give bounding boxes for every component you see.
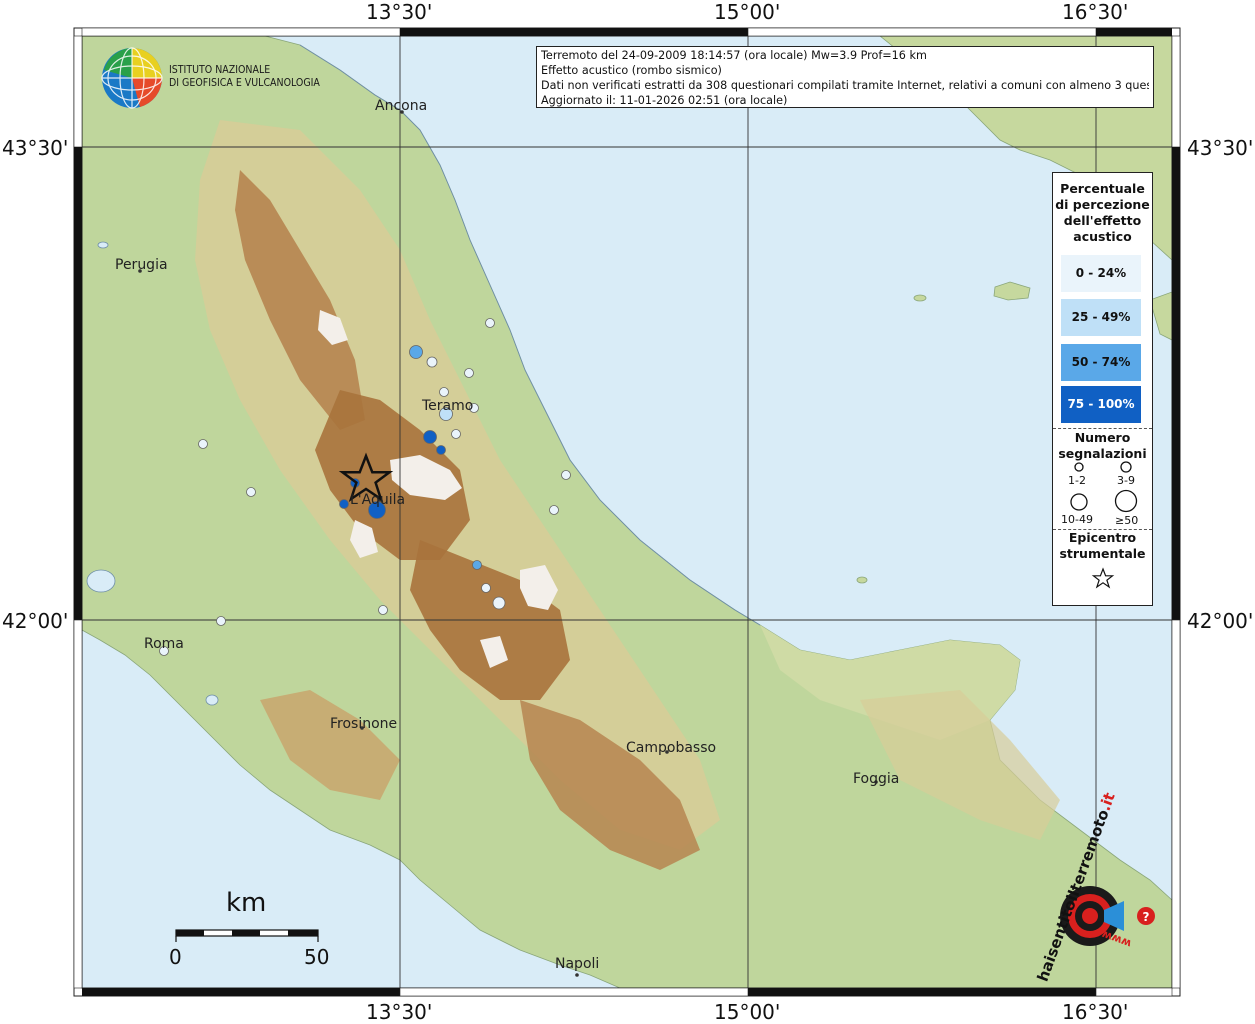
point-12: [246, 487, 256, 497]
point-8: [423, 430, 437, 444]
axis-bottom-label-1: 13°30': [366, 1000, 433, 1024]
axis-right-label-1: 43°30': [1187, 136, 1254, 160]
axis-bottom-label-3: 16°30': [1062, 1000, 1129, 1024]
point-7: [451, 429, 461, 439]
legend-title-line-2: di percezione: [1055, 197, 1150, 212]
legend-panel: Percentuale di percezione dell'effetto a…: [1052, 172, 1153, 606]
scale-start: 0: [169, 945, 182, 969]
city-teramo: Teramo: [422, 398, 474, 414]
legend-count-1-2: 1-2: [1068, 474, 1086, 487]
legend-epicenter-title: Epicentro strumentale: [1053, 530, 1152, 562]
city-perugia: Perugia: [115, 257, 168, 273]
island-4: [913, 294, 927, 302]
legend-class-50-74: 50 - 74%: [1061, 344, 1141, 381]
legend-divider-1: [1053, 428, 1152, 429]
axis-left-label-1: 43°30': [2, 136, 69, 160]
legend-title-line-1: Percentuale: [1060, 181, 1145, 196]
point-20: [216, 616, 226, 626]
point-18: [492, 596, 506, 610]
lake-bolsena: [86, 569, 116, 593]
legend-count-3-9: 3-9: [1117, 474, 1135, 487]
city-laquila: L'Aquila: [350, 492, 406, 508]
legend-star-icon: [1091, 567, 1115, 589]
axis-bottom-label-2: 15°00': [714, 1000, 781, 1024]
legend-count-title: Numero segnalazioni: [1053, 430, 1152, 462]
axis-top-label-2: 15°00': [714, 0, 781, 24]
event-data-note: Dati non verificati estratti da 308 ques…: [541, 79, 1149, 92]
legend-count-10-49: 10-49: [1061, 513, 1093, 526]
city-campobasso: Campobasso: [626, 740, 717, 756]
legend-epicenter-line-1: Epicentro: [1068, 530, 1137, 545]
legend-count-50-plus: ≥50: [1115, 514, 1139, 527]
island-tremiti: [856, 576, 868, 584]
institute-line-2: DI GEOFISICA E VULCANOLOGIA: [169, 77, 320, 89]
axis-top-label-1: 13°30': [366, 0, 433, 24]
institute-line-1: ISTITUTO NAZIONALE: [169, 64, 271, 76]
legend-title-line-4: acustico: [1073, 229, 1132, 244]
scale-end: 50: [304, 945, 330, 969]
point-19: [378, 605, 388, 615]
point-9: [436, 445, 446, 455]
point-4: [464, 368, 474, 378]
point-14: [339, 499, 349, 509]
event-info-box: Terremoto del 24-09-2009 18:14:57 (ora l…: [536, 46, 1154, 108]
event-subtitle: Effetto acustico (rombo sismico): [541, 64, 722, 77]
legend-class-25-49: 25 - 49%: [1061, 299, 1141, 336]
point-17: [481, 583, 491, 593]
point-3: [426, 356, 438, 368]
svg-text:?: ?: [1143, 910, 1150, 924]
city-napoli: Napoli: [555, 956, 600, 972]
legend-title-line-3: dell'effetto: [1063, 213, 1142, 228]
point-10: [198, 439, 208, 449]
point-11: [561, 470, 571, 480]
hst-badge-text: haisentitoilterremoto.it: [1034, 790, 1119, 984]
lake-trasimeno: [97, 241, 109, 249]
scale-unit: km: [226, 888, 267, 918]
point-16: [472, 560, 482, 570]
axis-right-label-2: 42°00': [1187, 609, 1254, 633]
point-15: [549, 505, 559, 515]
event-title: Terremoto del 24-09-2009 18:14:57 (ora l…: [541, 49, 927, 62]
city-roma: Roma: [144, 636, 184, 652]
city-frosinone: Frosinone: [330, 716, 398, 732]
legend-class-0-24: 0 - 24%: [1061, 255, 1141, 292]
point-1: [485, 318, 495, 328]
legend-count-title-line-1: Numero: [1074, 430, 1131, 445]
institute-name: ISTITUTO NAZIONALE DI GEOFISICA E VULCAN…: [169, 64, 320, 90]
axis-left-label-2: 42°00': [2, 609, 69, 633]
ingv-logo-icon: [101, 47, 163, 109]
point-2: [409, 345, 423, 359]
legend-epicenter-line-2: strumentale: [1059, 546, 1146, 561]
axis-top-label-3: 16°30': [1062, 0, 1129, 24]
city-foggia: Foggia: [853, 771, 900, 787]
event-updated: Aggiornato il: 11-01-2026 02:51 (ora loc…: [541, 94, 788, 107]
lake-albano: [205, 694, 219, 706]
point-5: [439, 387, 449, 397]
legend-class-75-100: 75 - 100%: [1061, 386, 1141, 423]
city-ancona: Ancona: [375, 98, 428, 114]
legend-title: Percentuale di percezione dell'effetto a…: [1053, 181, 1152, 245]
